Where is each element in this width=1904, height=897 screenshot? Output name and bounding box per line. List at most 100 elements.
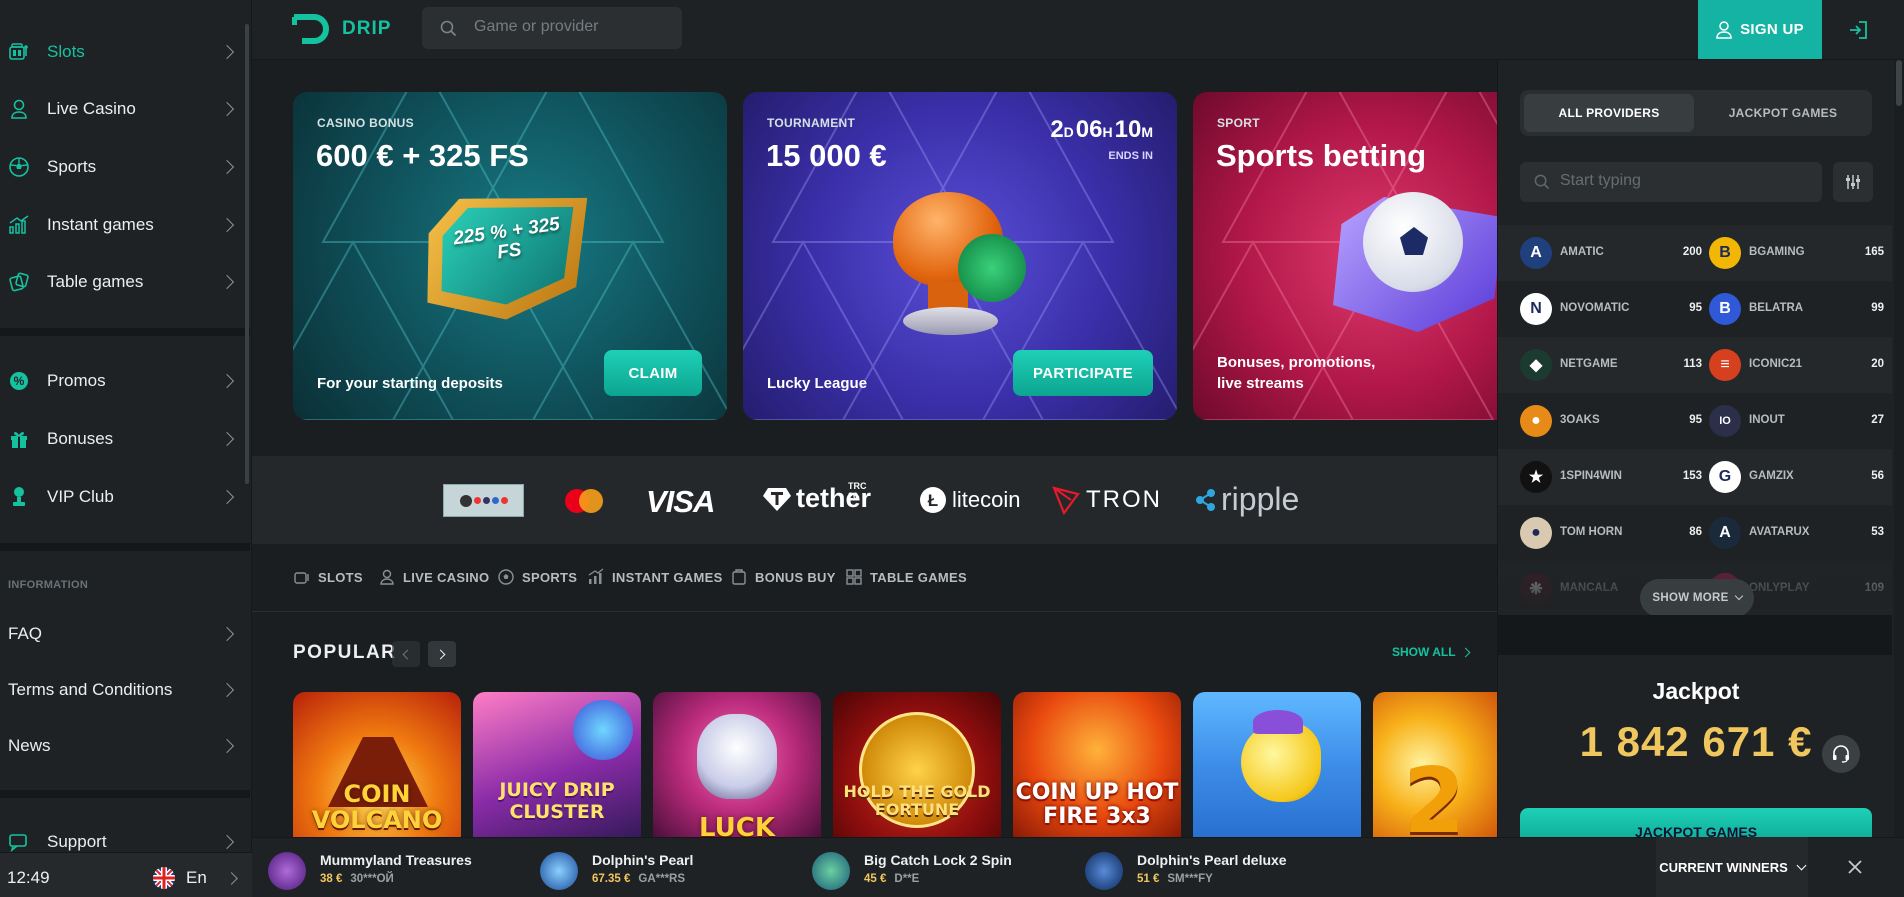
sidebar-item-terms[interactable]: Terms and Conditions <box>0 666 250 714</box>
chat-icon <box>8 831 30 853</box>
provider-logo-icon: ★ <box>1520 461 1552 493</box>
winner-item[interactable]: Big Catch Lock 2 Spin 45 € D**E <box>812 852 1012 890</box>
game-tile[interactable]: JUICY DRIP CLUSTER <box>473 692 641 837</box>
provider-row: ● TOM HORN 86 A AVATARUX 53 <box>1498 505 1892 561</box>
timer-days-unit: D <box>1063 124 1074 140</box>
provider-item[interactable]: N NOVOMATIC 95 <box>1520 293 1706 325</box>
sidebar-item-table-games[interactable]: Table games <box>0 258 250 306</box>
provider-item[interactable]: ★ 1SPIN4WIN 153 <box>1520 461 1706 493</box>
sidebar-item-news[interactable]: News <box>0 722 250 770</box>
signup-button[interactable]: SIGN UP <box>1698 0 1822 59</box>
provider-item[interactable]: IO INOUT 27 <box>1709 405 1884 437</box>
winner-game-name: Dolphin's Pearl <box>592 852 694 868</box>
header-search[interactable]: Game or provider <box>422 7 682 49</box>
provider-item[interactable]: ● 3OAKS 95 <box>1520 405 1706 437</box>
sidebar-item-slots[interactable]: Slots <box>0 28 250 76</box>
claim-button[interactable]: CLAIM <box>604 350 702 396</box>
category-table-games[interactable]: TABLE GAMES <box>845 567 967 587</box>
payment-methods-strip <box>252 456 1497 544</box>
sidebar-item-instant-games[interactable]: Instant games <box>0 201 250 249</box>
provider-game-count: 27 <box>1871 414 1884 426</box>
sidebar-item-vip-club[interactable]: VIP Club <box>0 473 250 521</box>
game-tile[interactable]: 2 <box>1373 692 1497 837</box>
show-more-label: SHOW MORE <box>1652 592 1729 604</box>
panel-scrollbar-thumb[interactable] <box>1896 60 1902 106</box>
winner-item[interactable]: Dolphin's Pearl 67.35 € GA***RS <box>540 852 693 890</box>
timer-caption: ENDS IN <box>1108 150 1153 162</box>
timer-days: 2 <box>1050 116 1064 143</box>
instant-games-icon <box>8 214 30 236</box>
provider-logo-icon: N <box>1520 293 1552 325</box>
category-slots[interactable]: SLOTS <box>293 567 363 587</box>
signup-label: SIGN UP <box>1740 21 1804 38</box>
language-selector[interactable]: En <box>152 866 240 890</box>
category-bonus-buy[interactable]: BONUS BUY <box>730 567 836 587</box>
sidebar-item-faq[interactable]: FAQ <box>0 610 250 658</box>
banner-subtitle: Lucky League <box>767 375 868 392</box>
chevron-down-icon <box>1796 860 1807 870</box>
sports-betting-banner[interactable]: SPORT Sports betting Bonuses, promotions… <box>1193 92 1497 420</box>
tab-all-providers[interactable]: ALL PROVIDERS <box>1524 94 1694 132</box>
chevron-right-icon <box>219 373 235 389</box>
show-more-button[interactable]: SHOW MORE <box>1640 579 1754 617</box>
sidebar-item-promos[interactable]: % Promos <box>0 357 250 405</box>
provider-item[interactable]: A AMATIC 200 <box>1520 237 1706 269</box>
category-live-casino[interactable]: LIVE CASINO <box>378 567 489 587</box>
sidebar-scrollbar[interactable] <box>245 24 249 484</box>
litecoin-logo: Ł litecoin <box>919 486 1020 514</box>
category-instant-games[interactable]: INSTANT GAMES <box>587 567 723 587</box>
provider-item[interactable]: ◆ NETGAME 113 <box>1520 349 1706 381</box>
carousel-prev-button[interactable] <box>392 641 420 667</box>
sidebar-item-bonuses[interactable]: Bonuses <box>0 415 250 463</box>
provider-logo-icon: A <box>1709 517 1741 549</box>
current-winners-toggle[interactable]: CURRENT WINNERS <box>1656 837 1808 897</box>
tron-icon <box>1052 486 1080 515</box>
provider-logo-icon: B <box>1709 293 1741 325</box>
chevron-right-icon <box>219 682 235 698</box>
search-input[interactable]: Game or provider <box>474 18 599 36</box>
provider-item[interactable]: ● TOM HORN 86 <box>1520 517 1706 549</box>
sidebar-item-live-casino[interactable]: Live Casino <box>0 85 250 133</box>
winner-item[interactable]: Dolphin's Pearl deluxe 51 € SM***FY <box>1085 852 1287 890</box>
game-tile[interactable]: COIN UP HOT FIRE 3x3 <box>1013 692 1181 837</box>
provider-item[interactable]: G GAMZIX 56 <box>1709 461 1884 493</box>
provider-search-input[interactable]: Start typing <box>1560 172 1641 190</box>
support-chat-button[interactable] <box>1822 735 1860 773</box>
winner-amount: 38 € <box>320 873 343 885</box>
tron-text: TRON <box>1086 486 1162 513</box>
provider-item[interactable]: A AVATARUX 53 <box>1709 517 1884 549</box>
provider-item[interactable]: B BELATRA 99 <box>1709 293 1884 325</box>
login-button[interactable] <box>1822 0 1894 59</box>
drip-logo[interactable]: DRIP <box>291 13 392 45</box>
winner-item[interactable]: Mummyland Treasures 38 € 30***ОЙ <box>268 852 472 890</box>
tournament-banner[interactable]: TOURNAMENT 15 000 € 2D 06 H 10 M ENDS IN L… <box>743 92 1177 420</box>
chevron-right-icon <box>219 626 235 642</box>
banner-title: 600 € + 325 FS <box>316 138 529 173</box>
game-tile[interactable] <box>1193 692 1361 837</box>
sidebar-item-sports[interactable]: Sports <box>0 143 250 191</box>
show-all-link[interactable]: SHOW ALL <box>1392 645 1470 659</box>
participate-button[interactable]: PARTICIPATE <box>1013 350 1153 396</box>
tiger-graphic <box>697 714 777 799</box>
provider-item[interactable]: ≡ ICONIC21 20 <box>1709 349 1884 381</box>
game-tile[interactable]: COIN VOLCANO <box>293 692 461 837</box>
filter-button[interactable] <box>1833 162 1873 202</box>
close-winners-button[interactable] <box>1840 852 1870 882</box>
bonus-buy-icon <box>732 569 746 585</box>
chevron-right-icon <box>219 44 235 60</box>
provider-logo-icon: ≡ <box>1709 349 1741 381</box>
casino-bonus-banner[interactable]: CASINO BONUS 600 € + 325 FS 225 % + 325 … <box>293 92 727 420</box>
provider-item[interactable]: B BGAMING 165 <box>1709 237 1884 269</box>
winner-game-thumb <box>540 852 578 890</box>
tab-jackpot-games[interactable]: JACKPOT GAMES <box>1698 94 1868 132</box>
game-tile[interactable]: HOLD THE GOLD FORTUNE <box>833 692 1001 837</box>
category-sports[interactable]: SPORTS <box>497 567 577 587</box>
panel-scrollbar[interactable] <box>1894 60 1904 837</box>
sidebar-item-label: Terms and Conditions <box>8 680 173 699</box>
provider-search[interactable]: Start typing <box>1520 162 1822 202</box>
game-tile[interactable]: LUCK <box>653 692 821 837</box>
winner-amount-line: 45 € D**E <box>864 873 919 885</box>
carousel-next-button[interactable] <box>428 641 456 667</box>
provider-name: 3OAKS <box>1560 414 1600 426</box>
game-tile-title: LUCK <box>699 813 775 837</box>
